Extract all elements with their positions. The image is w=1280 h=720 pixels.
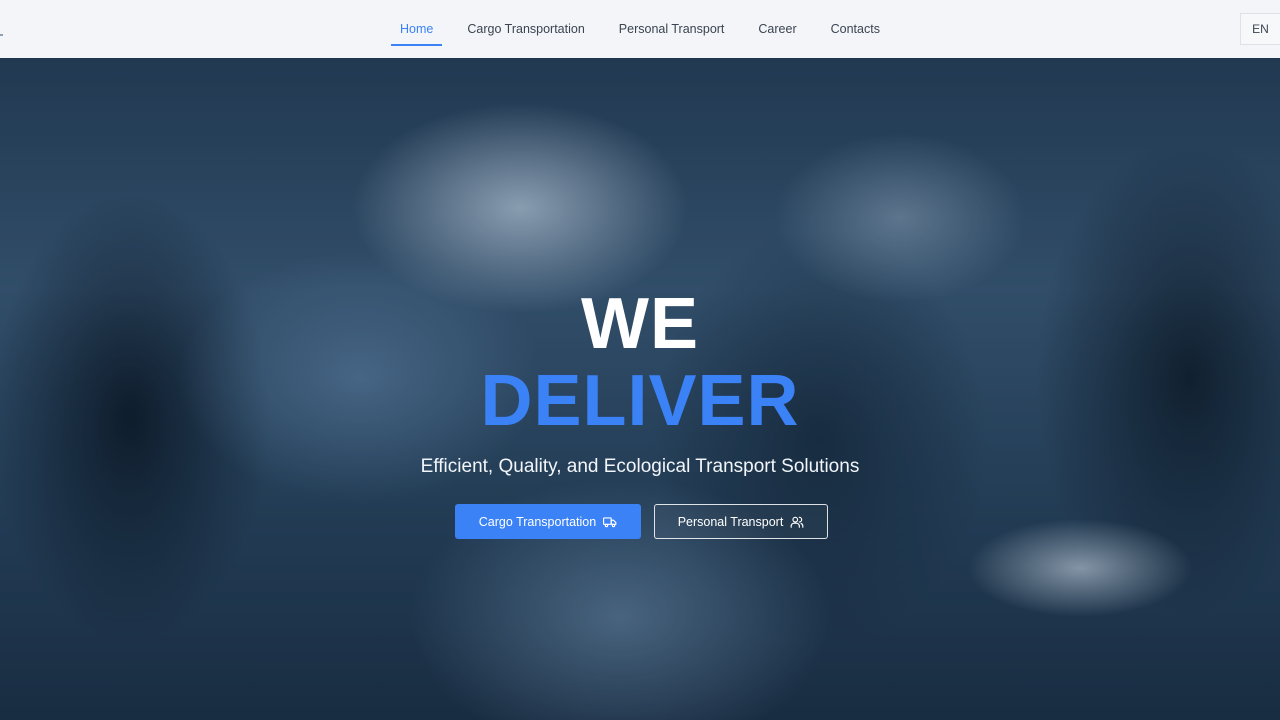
nav-item-contacts[interactable]: Contacts (822, 0, 889, 58)
nav-item-cargo-transportation[interactable]: Cargo Transportation (458, 0, 593, 58)
users-icon (790, 515, 804, 529)
cargo-transportation-button-label: Cargo Transportation (478, 514, 597, 529)
truck-icon (603, 515, 617, 529)
hero-section: WE DELIVER Efficient, Quality, and Ecolo… (0, 58, 1280, 720)
top-navigation-bar: Home Cargo Transportation Personal Trans… (0, 0, 1280, 58)
hero-content: WE DELIVER Efficient, Quality, and Ecolo… (0, 58, 1280, 720)
cargo-transportation-button[interactable]: Cargo Transportation (455, 504, 641, 539)
nav-item-personal-transport[interactable]: Personal Transport (610, 0, 734, 58)
hero-title-line-1: WE (581, 284, 699, 364)
nav-item-career[interactable]: Career (749, 0, 805, 58)
hero-subtitle: Efficient, Quality, and Ecological Trans… (420, 456, 860, 477)
nav-item-home[interactable]: Home (391, 0, 443, 58)
personal-transport-button[interactable]: Personal Transport (654, 504, 828, 539)
personal-transport-button-label: Personal Transport (677, 514, 784, 529)
language-switcher[interactable]: EN (1240, 13, 1280, 45)
hero-title-line-2: DELIVER (480, 361, 800, 441)
main-nav: Home Cargo Transportation Personal Trans… (0, 0, 1280, 58)
